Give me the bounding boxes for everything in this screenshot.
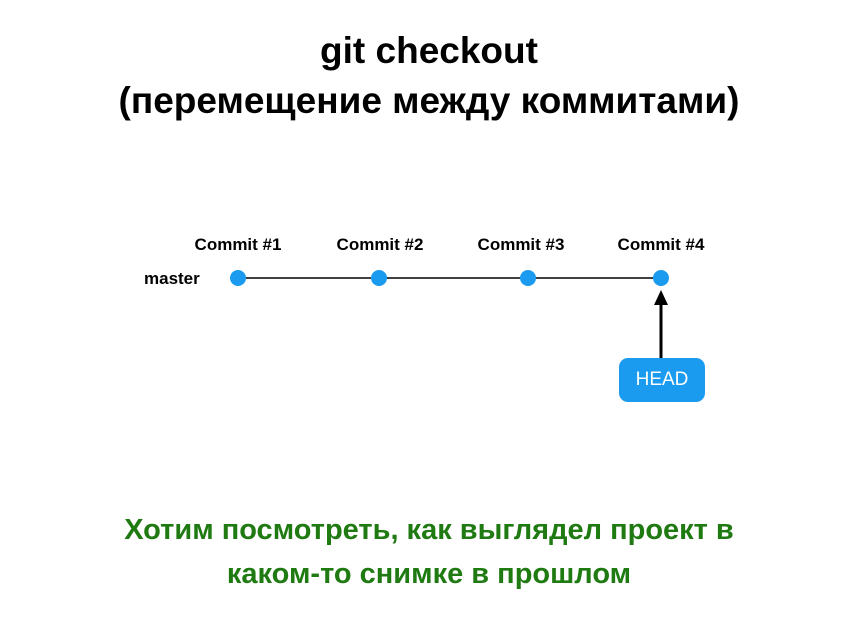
commit-label-4: Commit #4 [617,235,705,254]
commit-label-3: Commit #3 [477,235,565,254]
commit-dot-4 [653,270,669,286]
commit-label-1: Commit #1 [194,235,282,254]
commit-label-2: Commit #2 [336,235,424,254]
head-badge: HEAD [619,358,705,402]
head-arrow-tip [654,290,668,305]
caption-line-1: Хотим посмотреть, как выглядел проект в [124,514,734,546]
commit-dot-2 [371,270,387,286]
branch-label-master: master [144,269,200,288]
commit-dot-3 [520,270,536,286]
commit-dot-1 [230,270,246,286]
slide-caption: Хотим посмотреть, как выглядел проект в … [0,508,858,596]
caption-line-2: каком-то снимке в прошлом [226,558,632,590]
